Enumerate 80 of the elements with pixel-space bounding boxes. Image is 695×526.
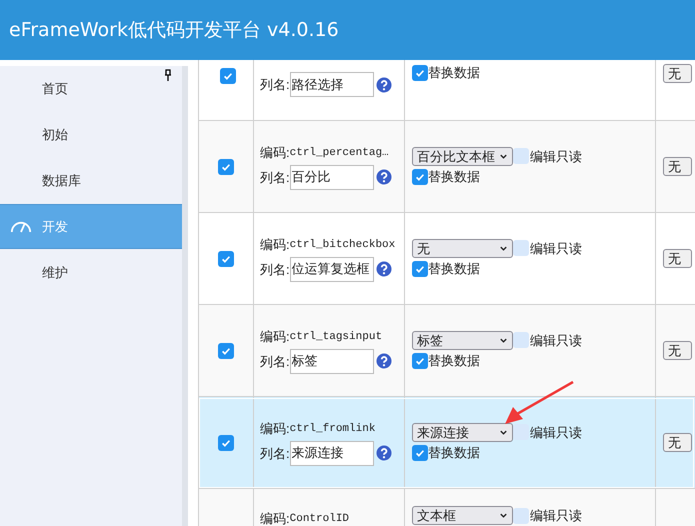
code-label: 编码: [260, 236, 290, 254]
option-select[interactable]: 无 [663, 433, 692, 452]
column-name-label: 列名: [260, 168, 290, 186]
help-icon[interactable] [376, 169, 392, 186]
code-value: ctrl_bitcheckbox [290, 238, 396, 253]
code-value: ControlID [290, 512, 350, 526]
replace-checkbox[interactable] [412, 352, 428, 369]
option-select[interactable]: 无 [663, 341, 692, 360]
help-icon[interactable] [376, 261, 392, 278]
table-row[interactable]: 编码:ControlID 文本框 编辑只读 [198, 489, 695, 526]
help-icon[interactable] [376, 353, 392, 370]
chevron-down-icon [499, 152, 508, 161]
row-checkbox[interactable] [218, 250, 234, 266]
replace-label: 替换数据 [428, 260, 480, 278]
column-name-label: 列名: [260, 260, 290, 278]
readonly-label: 编辑只读 [530, 424, 582, 442]
code-value: ctrl_fromlink [290, 422, 376, 437]
help-icon[interactable] [376, 76, 392, 92]
chevron-down-icon [499, 428, 508, 437]
readonly-label: 编辑只读 [530, 507, 582, 525]
code-label: 编码: [260, 510, 290, 526]
readonly-checkbox[interactable] [513, 240, 529, 256]
readonly-label: 编辑只读 [530, 240, 582, 258]
replace-label: 替换数据 [428, 168, 480, 186]
readonly-checkbox[interactable] [513, 424, 529, 440]
sidebar-item[interactable]: 数据库 [0, 158, 182, 203]
chevron-down-icon [499, 336, 508, 345]
code-value: ctrl_percentag… [290, 146, 389, 161]
sidebar-item[interactable]: 初始 [0, 112, 182, 157]
code-label: 编码: [260, 420, 290, 438]
control-type-select[interactable]: 标签 [412, 330, 513, 350]
row-checkbox[interactable] [218, 434, 234, 450]
column-name-label: 列名: [260, 76, 290, 94]
option-select[interactable]: 无 [663, 64, 692, 83]
control-type-select[interactable]: 文本框 [412, 506, 513, 526]
column-name-input[interactable]: 百分比 [290, 164, 374, 190]
table-row[interactable]: 编码:ctrl_percentag… 列名:百分比 百分比文本框 编辑只读 替换数据 无 [198, 121, 695, 213]
pin-icon[interactable] [164, 69, 172, 81]
readonly-checkbox[interactable] [513, 148, 529, 164]
option-select[interactable]: 无 [663, 249, 692, 268]
replace-label: 替换数据 [428, 444, 480, 462]
column-name-input[interactable]: 来源连接 [290, 440, 374, 466]
control-type-select[interactable]: 无 [412, 238, 513, 258]
row-checkbox[interactable] [218, 158, 234, 174]
column-name-input[interactable]: 位运算复选框 [290, 256, 374, 282]
column-name-label: 列名: [260, 444, 290, 462]
column-name-label: 列名: [260, 352, 290, 370]
readonly-checkbox[interactable] [513, 332, 529, 348]
app-title: eFrameWork低代码开发平台 v4.0.16 [9, 18, 339, 43]
check-icon [222, 70, 234, 82]
replace-checkbox[interactable] [412, 260, 428, 277]
chevron-down-icon [499, 511, 508, 520]
code-label: 编码: [260, 144, 290, 162]
chevron-down-icon [499, 244, 508, 253]
control-type-select[interactable]: 来源连接 [412, 422, 513, 442]
readonly-checkbox[interactable] [513, 508, 529, 524]
control-type-select[interactable]: 百分比文本框 [412, 146, 513, 166]
column-name-input[interactable]: 标签 [290, 348, 374, 374]
table-row[interactable]: 编码:ctrl_fromlink 列名:来源连接 来源连接 编辑只读 替换数据 无 [198, 397, 695, 489]
code-value: ctrl_tagsinput [290, 330, 382, 345]
row-checkbox[interactable] [220, 68, 236, 84]
row-checkbox[interactable] [218, 342, 234, 358]
column-name-input[interactable]: 路径选择 [290, 72, 374, 97]
sidebar-item[interactable]: 维护 [0, 250, 182, 295]
replace-checkbox[interactable] [412, 64, 428, 81]
table-row[interactable]: 列名:路径选择 替换数据 无 [198, 60, 695, 121]
table-row[interactable]: 编码:ctrl_tagsinput 列名:标签 标签 编辑只读 替换数据 无 [198, 305, 695, 397]
annotation-arrow [503, 380, 575, 426]
code-label: 编码: [260, 328, 290, 346]
replace-checkbox[interactable] [412, 168, 428, 185]
readonly-label: 编辑只读 [530, 148, 582, 166]
replace-checkbox[interactable] [412, 444, 428, 461]
table-row[interactable]: 编码:ctrl_bitcheckbox 列名:位运算复选框 无 编辑只读 替换数据 无 [198, 213, 695, 305]
sidebar-item[interactable]: 首页 [0, 66, 182, 111]
gauge-icon [10, 220, 32, 233]
help-icon[interactable] [376, 445, 392, 462]
readonly-label: 编辑只读 [530, 332, 582, 350]
replace-label: 替换数据 [428, 352, 480, 370]
replace-label: 替换数据 [428, 64, 480, 82]
option-select[interactable]: 无 [663, 157, 692, 176]
